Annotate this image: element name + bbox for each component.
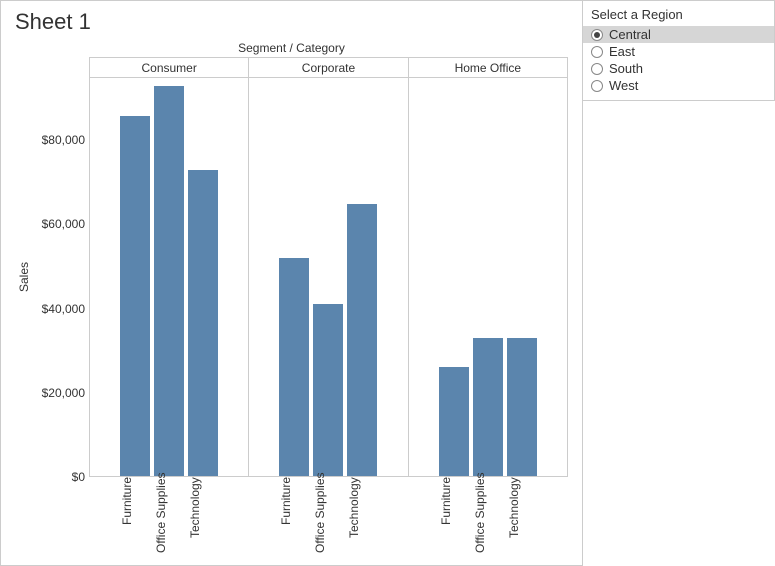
- plot-pane: [408, 78, 568, 476]
- category-label[interactable]: Furniture: [120, 477, 150, 557]
- region-option-label: West: [609, 78, 638, 93]
- category-label[interactable]: Office Supplies: [473, 477, 503, 557]
- y-tick: $80,000: [42, 133, 85, 147]
- category-label[interactable]: Office Supplies: [154, 477, 184, 557]
- category-label-pane: FurnitureOffice SuppliesTechnology: [89, 477, 248, 557]
- region-option-east[interactable]: East: [583, 43, 774, 60]
- bar[interactable]: [347, 204, 377, 476]
- bar[interactable]: [473, 338, 503, 476]
- y-axis-title: Sales: [15, 77, 31, 477]
- region-option-label: East: [609, 44, 635, 59]
- filter-title: Select a Region: [583, 1, 774, 26]
- radio-icon: [591, 29, 603, 41]
- chart-row: Sales $80,000 $60,000 $40,000 $20,000 $0 Con…: [15, 57, 568, 557]
- plot[interactable]: [89, 77, 568, 477]
- y-tick: $0: [72, 470, 85, 484]
- bar[interactable]: [188, 170, 218, 476]
- sheet-panel: Sheet 1 Segment / Category Sales $80,000…: [0, 0, 583, 566]
- region-option-label: Central: [609, 27, 651, 42]
- region-option-west[interactable]: West: [583, 77, 774, 94]
- chart-axis-header: Segment / Category: [15, 41, 568, 55]
- radio-icon: [591, 63, 603, 75]
- y-tick: $60,000: [42, 217, 85, 231]
- y-tick: $20,000: [42, 386, 85, 400]
- sheet-title: Sheet 1: [15, 9, 568, 35]
- y-axis-ticks: $80,000$60,000$40,000$20,000$0: [31, 77, 89, 477]
- plot-pane: [89, 78, 248, 476]
- segment-header[interactable]: Home Office: [408, 57, 568, 77]
- region-filter-card[interactable]: Select a Region Central East South West: [583, 0, 775, 101]
- bar[interactable]: [507, 338, 537, 476]
- region-option-label: South: [609, 61, 643, 76]
- segment-headers: ConsumerCorporateHome Office: [89, 57, 568, 77]
- bar[interactable]: [120, 116, 150, 476]
- bar[interactable]: [439, 367, 469, 476]
- segment-header[interactable]: Corporate: [248, 57, 407, 77]
- category-label-pane: FurnitureOffice SuppliesTechnology: [248, 477, 407, 557]
- category-label[interactable]: Technology: [507, 477, 537, 557]
- bar[interactable]: [154, 86, 184, 476]
- region-option-central[interactable]: Central: [583, 26, 774, 43]
- category-label-pane: FurnitureOffice SuppliesTechnology: [408, 477, 568, 557]
- region-option-south[interactable]: South: [583, 60, 774, 77]
- plot-pane: [248, 78, 407, 476]
- plot-region: ConsumerCorporateHome Office FurnitureOf…: [89, 57, 568, 557]
- category-label[interactable]: Furniture: [279, 477, 309, 557]
- category-label[interactable]: Technology: [347, 477, 377, 557]
- radio-icon: [591, 80, 603, 92]
- y-tick: $40,000: [42, 302, 85, 316]
- category-label[interactable]: Technology: [188, 477, 218, 557]
- category-label[interactable]: Furniture: [439, 477, 469, 557]
- bar[interactable]: [313, 304, 343, 476]
- radio-icon: [591, 46, 603, 58]
- y-axis: Sales $80,000 $60,000 $40,000 $20,000 $0: [15, 57, 89, 557]
- bar[interactable]: [279, 258, 309, 476]
- category-labels: FurnitureOffice SuppliesTechnologyFurnit…: [89, 477, 568, 557]
- segment-header[interactable]: Consumer: [89, 57, 248, 77]
- side-panel: Select a Region Central East South West: [583, 0, 775, 566]
- category-label[interactable]: Office Supplies: [313, 477, 343, 557]
- filter-options: Central East South West: [583, 26, 774, 100]
- chart-area: Segment / Category Sales $80,000 $60,000 $…: [15, 41, 568, 557]
